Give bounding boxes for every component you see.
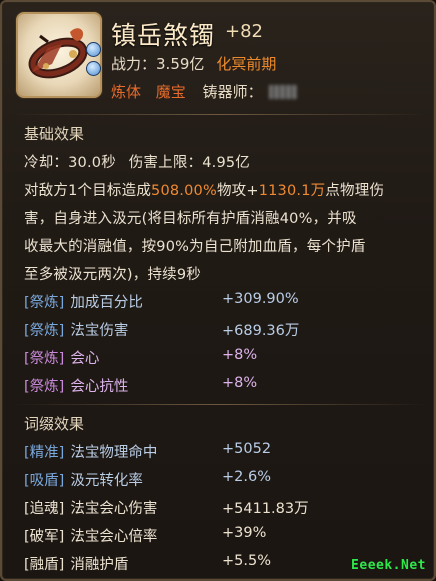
item-name: 镇岳煞镯	[111, 21, 216, 50]
skill-desc-line-2: 害，自身进入汲元(将目标所有护盾消融40%，并吸	[24, 211, 357, 227]
site-watermark: Eeeek.Net	[351, 558, 426, 573]
stat-name: 法宝会心伤害	[70, 501, 158, 517]
stat-tag: [祭炼]	[24, 379, 65, 395]
affix-stat-row: [融盾] 消融护盾 +5.5%	[24, 553, 271, 574]
enhance-level: +82	[225, 21, 263, 42]
refine-stat-row: [祭炼] 会心抗性 +8%	[24, 375, 257, 396]
skill-desc-line-3: 收最大的消融值，按90%为自己附加血盾，每个护盾	[24, 239, 366, 255]
stat-tag: [祭炼]	[24, 351, 65, 367]
desc-text: 对敌方1个目标造成	[24, 183, 152, 199]
smith-name-blurred	[268, 85, 297, 99]
divider	[12, 114, 428, 115]
stat-value: +5.5%	[222, 553, 271, 569]
stat-tag: [破军]	[24, 529, 65, 545]
cooldown-row: 冷却：30.0秒 伤害上限：4.95亿	[24, 151, 250, 172]
stat-value: +8%	[222, 375, 258, 391]
stat-name: 法宝物理命中	[70, 445, 158, 461]
stat-value: +39%	[222, 525, 267, 541]
desc-text: 物攻+	[216, 183, 259, 199]
skill-desc-line-1: 对敌方1个目标造成508.00%物攻+1130.1万点物理伤	[24, 179, 384, 200]
stat-name: 会心抗性	[70, 379, 129, 395]
stat-name: 汲元转化率	[70, 473, 143, 489]
stat-name: 消融护盾	[70, 557, 129, 573]
stat-name: 法宝会心倍率	[70, 529, 158, 545]
power-label: 战力：	[111, 55, 157, 73]
power-row: 战力：3.59亿 化冥前期	[111, 53, 276, 74]
stat-tag: [祭炼]	[24, 295, 65, 311]
affix-effect-title: 词缀效果	[24, 415, 85, 433]
refine-stat-row: [祭炼] 法宝伤害 +689.36万	[24, 319, 299, 340]
stat-value: +5052	[222, 441, 272, 457]
info-badge-icon[interactable]	[86, 42, 101, 57]
affix-stat-row: [追魂] 法宝会心伤害 +5411.83万	[24, 497, 309, 518]
desc-text: 点物理伤	[325, 183, 385, 199]
stat-tag: [祭炼]	[24, 323, 65, 339]
stat-value: +8%	[222, 347, 258, 363]
stat-value: +309.90%	[222, 291, 299, 307]
skill-desc-line-4: 至多被汲元两次)，持续9秒	[24, 267, 201, 283]
item-header: 镇岳煞镯 +82 战力：3.59亿 化冥前期 炼体 魔宝 铸器师：	[2, 2, 434, 110]
stat-tag: [追魂]	[24, 501, 65, 517]
realm-requirement: 化冥前期	[216, 55, 277, 73]
item-tooltip: 镇岳煞镯 +82 战力：3.59亿 化冥前期 炼体 魔宝 铸器师： 基础效果 冷却…	[0, 0, 436, 581]
stat-name: 加成百分比	[70, 295, 143, 311]
tag-body-refining: 炼体	[111, 83, 142, 101]
desc-percent: 508.00%	[151, 183, 217, 199]
divider	[12, 404, 428, 405]
damage-cap-label: 伤害上限：	[128, 155, 203, 171]
damage-cap-value: 4.95亿	[202, 155, 251, 171]
info-badge-icon[interactable]	[86, 61, 101, 76]
stat-name: 会心	[70, 351, 100, 367]
affix-stat-row: [破军] 法宝会心倍率 +39%	[24, 525, 266, 546]
refine-stat-row: [祭炼] 会心 +8%	[24, 347, 257, 368]
stat-tag: [融盾]	[24, 557, 65, 573]
smith-label: 铸器师：	[202, 83, 263, 101]
stat-value: +5411.83万	[222, 501, 309, 517]
refine-stat-row: [祭炼] 加成百分比 +309.90%	[24, 291, 299, 312]
stat-tag: [精准]	[24, 445, 65, 461]
affix-stat-row: [精准] 法宝物理命中 +5052	[24, 441, 271, 462]
power-value: 3.59亿	[156, 55, 205, 73]
stat-value: +689.36万	[222, 323, 300, 339]
cooldown-value: 30.0秒	[68, 155, 116, 171]
info-badges	[86, 42, 101, 80]
cooldown-label: 冷却：	[24, 155, 69, 171]
stat-name: 法宝伤害	[70, 323, 129, 339]
tags-row: 炼体 魔宝 铸器师：	[111, 81, 297, 102]
basic-effect-title: 基础效果	[24, 125, 85, 143]
affix-stat-row: [吸盾] 汲元转化率 +2.6%	[24, 469, 271, 490]
stat-value: +2.6%	[222, 469, 271, 485]
tag-demon-treasure: 魔宝	[155, 83, 186, 101]
stat-tag: [吸盾]	[24, 473, 65, 489]
desc-flat: 1130.1万	[258, 183, 326, 199]
